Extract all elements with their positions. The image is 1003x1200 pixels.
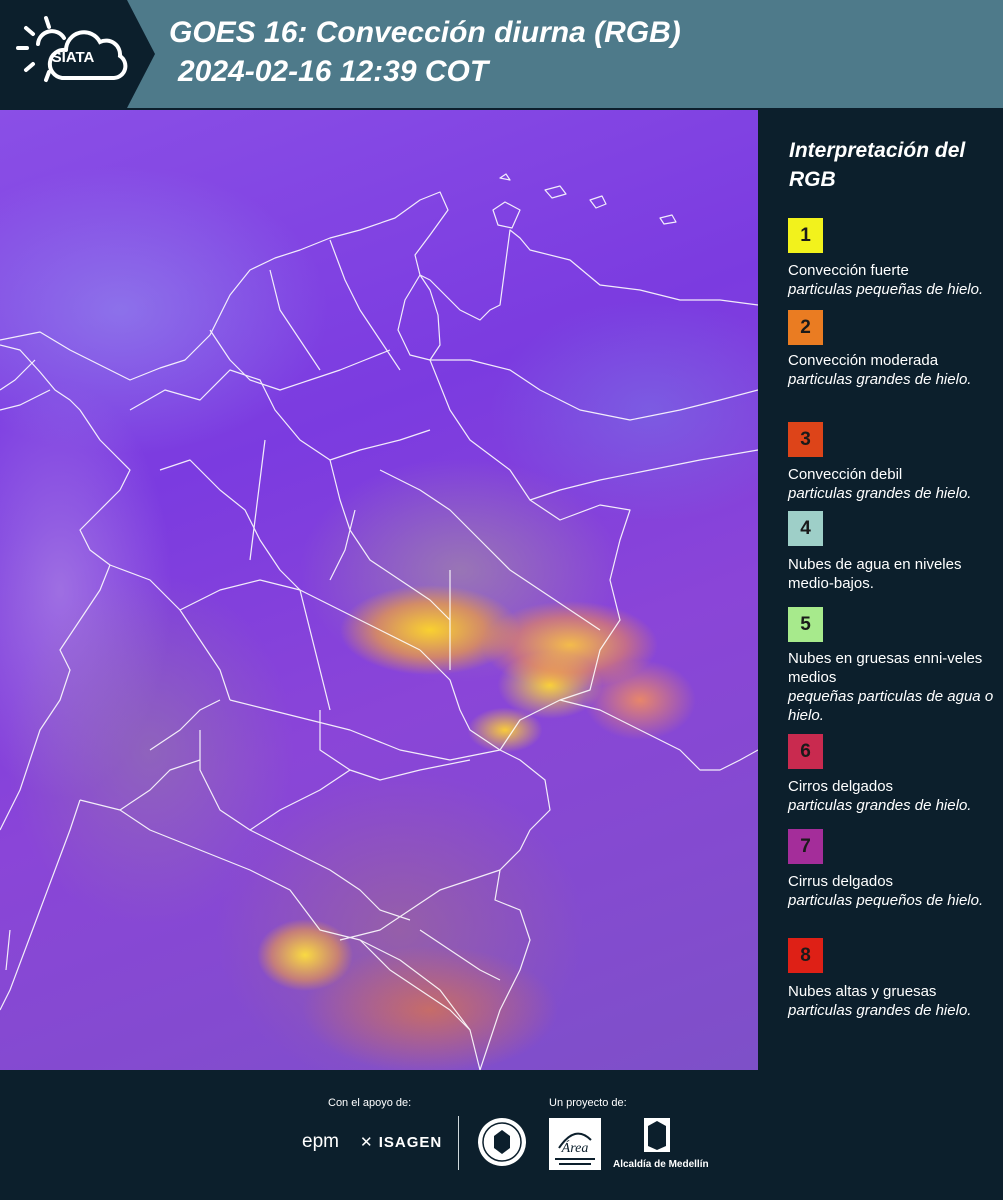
- legend-item-main: Nubes altas y gruesas: [788, 983, 937, 1000]
- legend-title: Interpretación del RGB: [789, 139, 966, 191]
- legend-item-sub: particulas pequeños de hielo.: [788, 892, 984, 909]
- boundaries-overlay: [0, 173, 758, 1070]
- sun-cloud-icon: SIATA: [16, 16, 128, 82]
- pacific-coastline: [0, 344, 131, 831]
- legend-item-main: Cirrus delgados: [788, 873, 894, 890]
- panama-coastline: [0, 389, 51, 411]
- support-label: Con el apoyo de:: [328, 1097, 412, 1109]
- project-label: Un proyecto de:: [549, 1097, 627, 1109]
- lake-maracaibo: [397, 274, 441, 361]
- legend-item-sub: pequeñas particulas de agua o hielo.: [788, 688, 994, 724]
- legend-item-main: Convección debil: [788, 466, 903, 483]
- university-seal-icon: [478, 1118, 526, 1166]
- legend-item-sub: particulas grandes de hielo.: [788, 371, 972, 388]
- legend-item-2: Convección moderada particulas grandes d…: [788, 351, 998, 389]
- legend-item-5: Nubes en gruesas enni-veles medios peque…: [788, 649, 998, 725]
- epm-logo: epm: [302, 1131, 339, 1152]
- area-metropolitana-logo: Área: [549, 1118, 601, 1170]
- legend-swatch-1: 1: [788, 218, 823, 253]
- legend-item-4: Nubes de agua en niveles medio-bajos.: [788, 555, 998, 593]
- legend-item-7: Cirrus delgados particulas pequeños de h…: [788, 872, 998, 910]
- legend-swatch-3: 3: [788, 422, 823, 457]
- isagen-logo-text: ISAGEN: [378, 1134, 443, 1151]
- legend-swatch-5: 5: [788, 607, 823, 642]
- legend-swatch-8: 8: [788, 938, 823, 973]
- legend-item-sub: particulas grandes de hielo.: [788, 1002, 972, 1019]
- footer-divider: [458, 1116, 459, 1170]
- colombia-border: [429, 359, 631, 1070]
- legend-item-sub: particulas grandes de hielo.: [788, 797, 972, 814]
- legend-panel: Interpretación del RGB 1 Convección fuer…: [760, 110, 1003, 1070]
- amva-logo-text: Área: [561, 1139, 589, 1156]
- legend-item-main: Cirros delgados: [788, 778, 894, 795]
- siata-logo: SIATA: [0, 0, 155, 108]
- legend-item-8: Nubes altas y gruesas particulas grandes…: [788, 982, 998, 1020]
- legend-item-main: Convección fuerte: [788, 262, 909, 279]
- page-title: GOES 16: Convección diurna (RGB): [169, 16, 681, 49]
- legend-item-6: Cirros delgados particulas grandes de hi…: [788, 777, 998, 815]
- isagen-logo: ✕ ISAGEN: [360, 1133, 442, 1151]
- legend-swatch-6: 6: [788, 734, 823, 769]
- legend-swatch-4: 4: [788, 511, 823, 546]
- logo-text: SIATA: [52, 49, 95, 66]
- legend-item-sub: particulas pequeñas de hielo.: [788, 281, 984, 298]
- legend-swatch-7: 7: [788, 829, 823, 864]
- caribbean-coastline: [0, 191, 758, 381]
- department-borders: [129, 369, 431, 461]
- legend-swatch-2: 2: [788, 310, 823, 345]
- timestamp: 2024-02-16 12:39 COT: [178, 55, 489, 88]
- isagen-star-icon: ✕: [360, 1134, 374, 1151]
- legend-item-main: Nubes en gruesas enni-veles medios: [788, 650, 983, 686]
- legend-item-main: Nubes de agua en niveles medio-bajos.: [788, 556, 962, 592]
- satellite-map[interactable]: [0, 110, 758, 1070]
- header: SIATA GOES 16: Convección diurna (RGB) 2…: [0, 0, 1003, 108]
- legend-item-1: Convección fuerte particulas pequeñas de…: [788, 261, 998, 299]
- legend-item-3: Convección debil particulas grandes de h…: [788, 465, 998, 503]
- legend-item-sub: particulas grandes de hielo.: [788, 485, 972, 502]
- alcaldia-text: Alcaldía de Medellín: [613, 1159, 709, 1170]
- footer: Con el apoyo de: Un proyecto de: epm ✕ I…: [0, 1070, 1003, 1200]
- legend-item-main: Convección moderada: [788, 352, 939, 369]
